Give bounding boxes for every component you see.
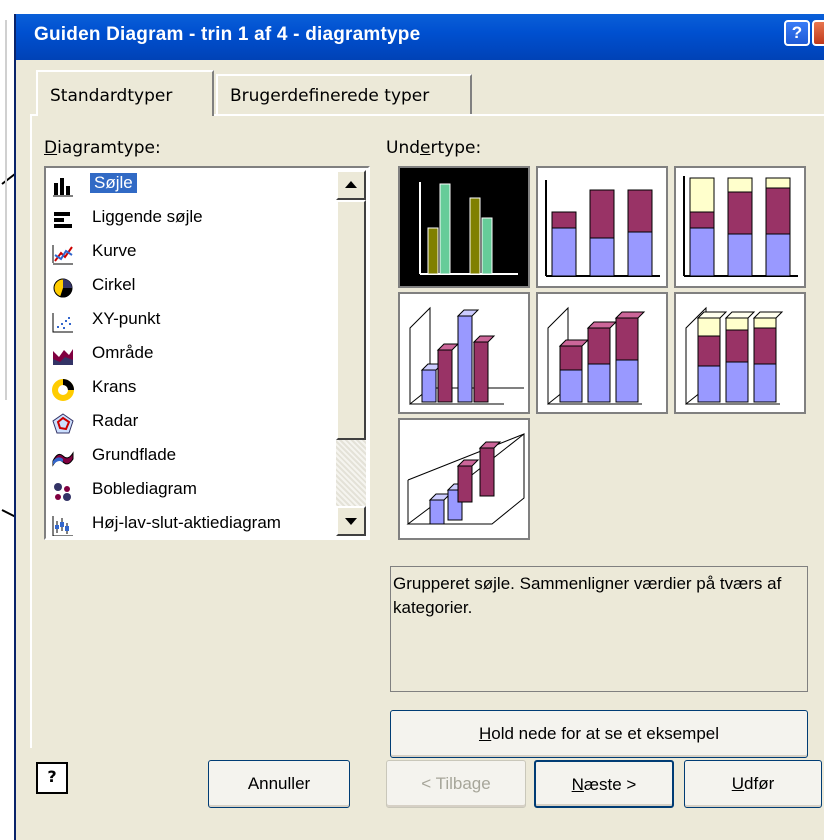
column-chart-icon [53, 178, 73, 197]
list-item-bubble[interactable]: Boblediagram [48, 474, 334, 508]
back-button[interactable]: < Tilbage [386, 760, 526, 808]
next-button[interactable]: Næste > [534, 760, 674, 808]
stock-chart-icon [52, 516, 73, 536]
cancel-button[interactable]: Annuller [208, 760, 350, 808]
stacked-column-thumbnail [545, 180, 660, 277]
scatter-chart-icon [52, 313, 73, 333]
subtype-description: Grupperet søjle. Sammenligner værdier på… [393, 574, 782, 617]
scroll-up-button[interactable] [336, 170, 366, 200]
subtype-clustered-column[interactable] [398, 166, 530, 288]
list-item-line[interactable]: Kurve [48, 236, 334, 270]
subtype-3d-stacked-column[interactable] [536, 292, 668, 414]
chart-type-label: Diagramtype: [44, 138, 161, 158]
3d-column-thumbnail [406, 432, 525, 525]
3d-clustered-column-thumbnail [409, 306, 524, 406]
scroll-thumb[interactable] [336, 200, 366, 440]
bubble-chart-icon [54, 483, 71, 501]
doughnut-chart-icon [52, 379, 74, 401]
surface-chart-icon [52, 451, 74, 467]
title-help-button[interactable]: ? [784, 20, 810, 46]
tab-standard-types[interactable]: Standardtyper [36, 70, 214, 116]
hold-preview-button[interactable]: Hold nede for at se et eksempel [390, 710, 808, 758]
list-item-bar[interactable]: Liggende søjle [48, 202, 334, 236]
pie-chart-icon [53, 278, 73, 298]
subtype-label: Undertype: [386, 138, 482, 158]
list-item-stock[interactable]: Høj-lav-slut-aktiediagram [48, 508, 334, 536]
arrow-up-icon [345, 181, 357, 188]
subtype-3d-100-stacked-column[interactable] [674, 292, 806, 414]
chart-type-items: Søjle Liggende søjle Kurve Cirkel XY-pun… [48, 168, 334, 536]
bar-chart-icon [54, 212, 72, 228]
list-item-surface[interactable]: Grundflade [48, 440, 334, 474]
line-chart-icon [52, 245, 73, 265]
window-title: Guiden Diagram - trin 1 af 4 - diagramty… [34, 24, 421, 45]
clustered-column-thumbnail [419, 182, 518, 275]
3d-percent-stacked-column-thumbnail [685, 306, 784, 406]
help-button[interactable]: ? [36, 762, 68, 794]
3d-stacked-column-thumbnail [547, 306, 646, 406]
list-item-area[interactable]: Område [48, 338, 334, 372]
subtype-stacked-column[interactable] [536, 166, 668, 288]
finish-button[interactable]: Udfør [684, 760, 822, 808]
scroll-down-button[interactable] [336, 506, 366, 536]
area-chart-icon [53, 349, 73, 365]
list-item-doughnut[interactable]: Krans [48, 372, 334, 406]
list-item-radar[interactable]: Radar [48, 406, 334, 440]
tab-custom-types[interactable]: Brugerdefinerede typer [216, 74, 472, 114]
list-item-column[interactable]: Søjle [48, 168, 334, 202]
close-button[interactable] [812, 20, 824, 46]
list-item-pie[interactable]: Cirkel [48, 270, 334, 304]
list-item-scatter[interactable]: XY-punkt [48, 304, 334, 338]
radar-chart-icon [52, 413, 74, 434]
subtype-3d-clustered-column[interactable] [398, 292, 530, 414]
subtype-3d-column[interactable] [398, 418, 530, 540]
percent-stacked-column-thumbnail [683, 176, 798, 277]
subtype-100-stacked-column[interactable] [674, 166, 806, 288]
arrow-down-icon [345, 518, 357, 525]
